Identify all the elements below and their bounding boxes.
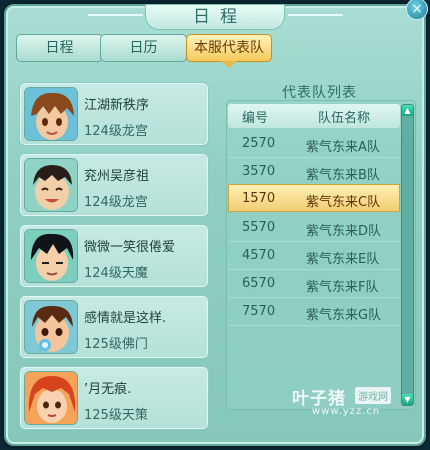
member-card[interactable]: 江湖新秩序 124级龙宫 [19, 82, 209, 146]
member-card[interactable]: 感情就是这样. 125级佛门 [19, 295, 209, 359]
site-watermark: 叶子猪 游戏网 www.yzz.cn [292, 384, 402, 424]
team-row[interactable]: 3570 紫气东来B队 [228, 158, 400, 186]
team-row[interactable]: 6570 紫气东来F队 [228, 270, 400, 298]
team-list-title: 代表队列表 [282, 85, 357, 101]
scroll-down-arrow-icon[interactable]: ▼ [402, 394, 413, 405]
team-id: 3570 [242, 164, 276, 179]
member-level-school: 125级佛门 [84, 337, 148, 352]
member-level-school: 124级天魔 [84, 266, 148, 281]
member-card[interactable]: ’月无痕. 125级天策 [19, 366, 209, 430]
team-list-header: 编号 队伍名称 [228, 104, 400, 128]
member-name: 微微一笑很倦爱 [84, 240, 176, 255]
watermark-url: www.yzz.cn [312, 406, 381, 417]
member-card[interactable]: 兖州吴彦祖 124级龙宫 [19, 153, 209, 217]
column-header-id[interactable]: 编号 [242, 107, 268, 126]
team-row[interactable]: 5570 紫气东来D队 [228, 214, 400, 242]
member-level-school: 124级龙宫 [84, 124, 148, 139]
scroll-up-arrow-icon[interactable]: ▲ [402, 105, 413, 116]
team-name: 紫气东来C队 [306, 195, 381, 210]
team-id: 4570 [242, 248, 276, 263]
team-row-selected[interactable]: 1570 紫气东来C队 [228, 184, 400, 212]
red-hair-girl-avatar [24, 371, 78, 425]
team-row[interactable]: 7570 紫气东来G队 [228, 298, 400, 326]
team-name: 紫气东来A队 [306, 140, 380, 155]
team-row[interactable]: 2570 紫气东来A队 [228, 130, 400, 158]
member-level-school: 125级天策 [84, 408, 148, 423]
tab-server-team[interactable]: 本服代表队 [186, 34, 272, 62]
team-name: 紫气东来E队 [306, 252, 380, 267]
team-id: 1570 [242, 191, 276, 206]
title-ornament-right [288, 14, 343, 16]
tab-calendar[interactable]: 日历 [100, 34, 187, 62]
pacifier-boy-avatar [24, 300, 78, 354]
team-name: 紫气东来D队 [306, 224, 382, 239]
member-name: 江湖新秩序 [84, 98, 150, 113]
team-id: 6570 [242, 276, 276, 291]
watermark-tag: 游戏网 [355, 387, 391, 404]
title-ornament-left [88, 14, 143, 16]
member-level-school: 124级龙宫 [84, 195, 148, 210]
team-name: 紫气东来B队 [306, 168, 380, 183]
team-list-scrollbar[interactable]: ▲ ▼ [401, 104, 414, 406]
black-hair-boy-avatar [24, 229, 78, 283]
member-name: ’月无痕. [84, 382, 132, 397]
tab-schedule[interactable]: 日程 [16, 34, 103, 62]
member-card[interactable]: 微微一笑很倦爱 124级天魔 [19, 224, 209, 288]
column-header-team-name[interactable]: 队伍名称 [318, 107, 370, 126]
window-title: 日程 [145, 4, 285, 30]
team-id: 7570 [242, 304, 276, 319]
team-name: 紫气东来G队 [306, 308, 382, 323]
team-row[interactable]: 4570 紫气东来E队 [228, 242, 400, 270]
member-name: 兖州吴彦祖 [84, 169, 150, 184]
smiling-boy-avatar [24, 158, 78, 212]
team-id: 2570 [242, 136, 276, 151]
active-tab-pointer-icon [221, 61, 237, 68]
brown-hair-boy-avatar [24, 87, 78, 141]
team-id: 5570 [242, 220, 276, 235]
member-name: 感情就是这样. [84, 311, 167, 326]
team-name: 紫气东来F队 [306, 280, 379, 295]
